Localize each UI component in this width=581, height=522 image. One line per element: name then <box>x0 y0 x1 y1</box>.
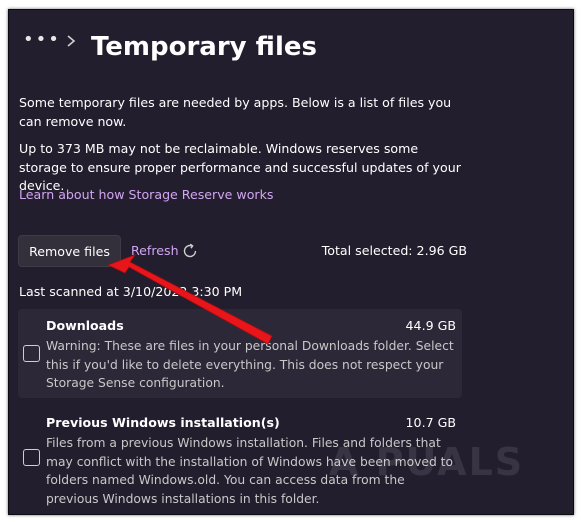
refresh-link[interactable]: Refresh <box>131 243 179 258</box>
total-selected: Total selected: 2.96 GB <box>321 243 467 258</box>
last-scanned: Last scanned at 3/10/2022 3:30 PM <box>19 284 243 299</box>
refresh-icon[interactable] <box>181 242 199 260</box>
settings-window: ••• Temporary files Some temporary files… <box>8 9 574 515</box>
previous-windows-checkbox[interactable] <box>23 449 40 466</box>
intro-text: Some temporary files are needed by apps.… <box>19 95 452 129</box>
category-title: Previous Windows installation(s) <box>46 415 280 430</box>
watermark: A PUALS <box>329 440 525 484</box>
remove-files-button[interactable]: Remove files <box>18 235 121 267</box>
more-icon[interactable]: ••• <box>23 30 61 50</box>
category-size: 10.7 GB <box>405 415 456 430</box>
chevron-right-icon <box>67 35 76 47</box>
page-title: Temporary files <box>91 32 317 62</box>
category-description: Warning: These are files in your persona… <box>46 339 454 391</box>
storage-reserve-link[interactable]: Learn about how Storage Reserve works <box>19 187 273 202</box>
category-size: 44.9 GB <box>405 318 456 333</box>
downloads-checkbox[interactable] <box>23 345 40 362</box>
file-category-downloads[interactable]: Downloads 44.9 GB Warning: These are fil… <box>18 309 462 398</box>
category-title: Downloads <box>46 318 124 333</box>
